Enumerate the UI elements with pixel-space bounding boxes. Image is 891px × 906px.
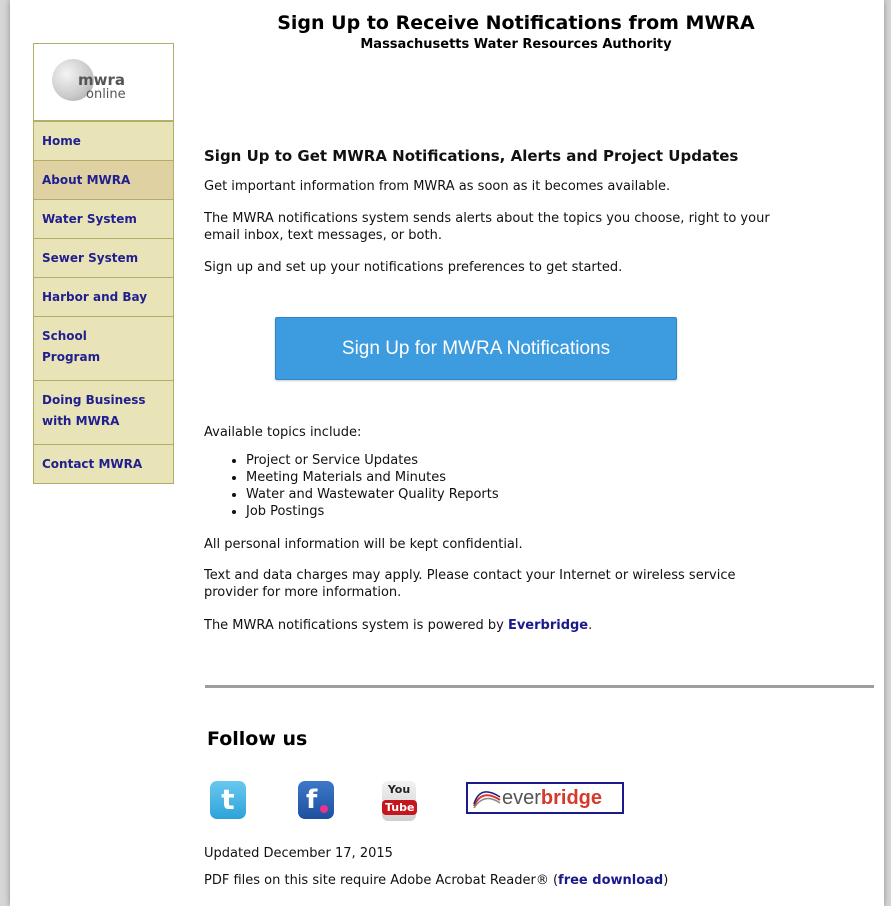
twitter-icon[interactable]: t <box>210 781 246 819</box>
sidebar-item-doing-business[interactable]: Doing Business with MWRA <box>34 380 173 444</box>
youtube-you-text: You <box>387 783 411 796</box>
flickr-glyph: f <box>306 785 318 815</box>
flickr-icon[interactable]: f <box>298 781 334 819</box>
list-item: Meeting Materials and Minutes <box>246 469 499 486</box>
description-line: email inbox, text messages, or both. <box>204 228 442 243</box>
charges-line: Text and data charges may apply. Please … <box>204 568 736 583</box>
list-item: Project or Service Updates <box>246 452 499 469</box>
description-text: The MWRA notifications system sends aler… <box>204 210 770 244</box>
everbridge-logo[interactable]: ever bridge <box>466 782 624 814</box>
sidebar-item-water-system[interactable]: Water System <box>34 199 173 238</box>
powered-suffix: . <box>588 618 593 633</box>
flickr-dot <box>320 805 328 813</box>
pdf-note: PDF files on this site require Adobe Acr… <box>204 872 668 889</box>
charges-line: provider for more information. <box>204 585 402 600</box>
sidebar-item-sewer-system[interactable]: Sewer System <box>34 238 173 277</box>
charges-text: Text and data charges may apply. Please … <box>204 567 736 601</box>
logo-text-online: online <box>86 87 126 102</box>
sidebar-item-label: Doing Business <box>42 393 146 407</box>
sidebar-item-contact[interactable]: Contact MWRA <box>34 444 173 483</box>
sidebar-item-harbor-bay[interactable]: Harbor and Bay <box>34 277 173 316</box>
confidential-text: All personal information will be kept co… <box>204 537 523 552</box>
sidebar-nav: mwra online Home About MWRA Water System… <box>33 43 174 484</box>
intro-text: Get important information from MWRA as s… <box>204 179 671 194</box>
page-title: Sign Up to Receive Notifications from MW… <box>277 12 755 34</box>
powered-prefix: The MWRA notifications system is powered… <box>204 618 508 633</box>
divider <box>205 685 874 688</box>
signup-button[interactable]: Sign Up for MWRA Notifications <box>275 317 677 380</box>
topics-list: Project or Service Updates Meeting Mater… <box>204 452 499 520</box>
setup-text: Sign up and set up your notifications pr… <box>204 260 623 275</box>
list-item: Water and Wastewater Quality Reports <box>246 486 499 503</box>
page-subtitle: Massachusetts Water Resources Authority <box>360 37 672 52</box>
description-line: The MWRA notifications system sends aler… <box>204 211 770 226</box>
sidebar-item-home[interactable]: Home <box>34 121 173 160</box>
mwra-logo[interactable]: mwra online <box>34 44 173 121</box>
powered-by-text: The MWRA notifications system is powered… <box>204 617 592 634</box>
sidebar-item-about[interactable]: About MWRA <box>34 160 173 199</box>
page-container: mwra online Home About MWRA Water System… <box>10 0 884 906</box>
everbridge-text-ever: ever <box>502 786 541 809</box>
pdf-prefix: PDF files on this site require Adobe Acr… <box>204 873 559 888</box>
everbridge-text-bridge: bridge <box>540 786 603 809</box>
sidebar-item-label: School <box>42 329 87 343</box>
section-heading: Sign Up to Get MWRA Notifications, Alert… <box>204 147 739 165</box>
updated-text: Updated December 17, 2015 <box>204 846 393 861</box>
sidebar-item-label: with MWRA <box>42 414 120 428</box>
pdf-suffix: ) <box>663 873 669 888</box>
sidebar-item-school-program[interactable]: School Program <box>34 316 173 380</box>
everbridge-wave-icon <box>473 791 501 809</box>
youtube-icon[interactable]: You Tube <box>382 781 418 821</box>
free-download-link[interactable]: free download <box>558 873 663 888</box>
follow-us-heading: Follow us <box>207 728 308 750</box>
topics-intro: Available topics include: <box>204 425 362 440</box>
youtube-tube-text: Tube <box>382 800 418 815</box>
everbridge-link[interactable]: Everbridge <box>508 618 588 633</box>
list-item: Job Postings <box>246 503 499 520</box>
sidebar-item-label: Program <box>42 350 101 364</box>
